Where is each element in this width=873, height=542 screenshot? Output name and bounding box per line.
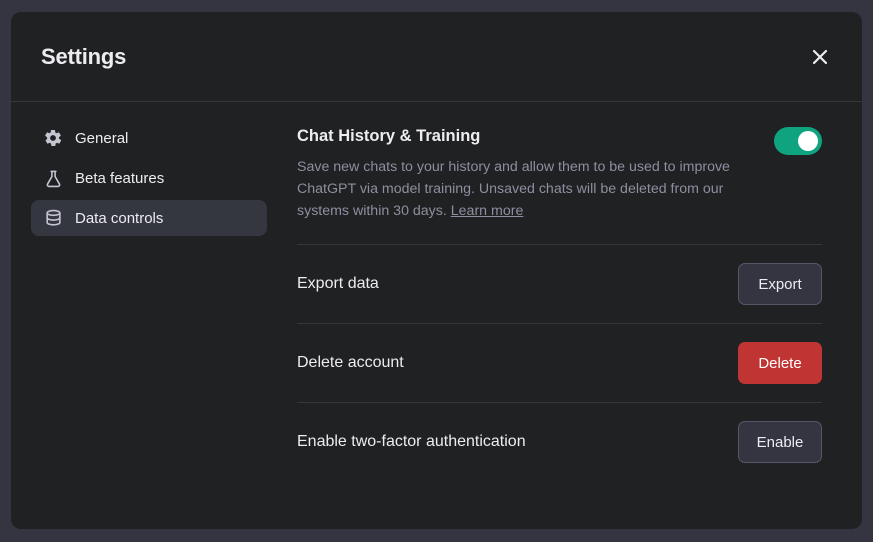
sidebar-item-label: General (75, 130, 128, 147)
chat-history-title: Chat History & Training (297, 127, 774, 146)
enable-2fa-button[interactable]: Enable (738, 421, 822, 463)
chat-history-description: Save new chats to your history and allow… (297, 156, 774, 222)
dialog-title: Settings (41, 44, 126, 70)
delete-account-label: Delete account (297, 354, 404, 372)
learn-more-link[interactable]: Learn more (451, 203, 524, 219)
sidebar-item-label: Data controls (75, 210, 163, 227)
sidebar-item-beta-features[interactable]: Beta features (31, 160, 267, 196)
two-factor-label: Enable two-factor authentication (297, 433, 526, 451)
export-data-label: Export data (297, 275, 379, 293)
two-factor-row: Enable two-factor authentication Enable (297, 402, 822, 481)
sidebar-item-data-controls[interactable]: Data controls (31, 200, 267, 236)
flask-icon (43, 168, 63, 188)
settings-content: Chat History & Training Save new chats t… (267, 120, 852, 529)
delete-button[interactable]: Delete (738, 342, 822, 384)
sidebar-item-general[interactable]: General (31, 120, 267, 156)
dialog-body: General Beta features (11, 102, 862, 529)
toggle-knob (798, 131, 818, 151)
chat-history-toggle[interactable] (774, 127, 822, 155)
dialog-backdrop: Settings General (0, 0, 873, 542)
export-data-row: Export data Export (297, 245, 822, 323)
export-button[interactable]: Export (738, 263, 822, 305)
chat-history-section: Chat History & Training Save new chats t… (297, 127, 822, 222)
gear-icon (43, 128, 63, 148)
database-icon (43, 208, 63, 228)
close-icon (810, 47, 830, 67)
close-button[interactable] (806, 43, 834, 71)
settings-dialog: Settings General (11, 12, 862, 529)
sidebar-item-label: Beta features (75, 170, 164, 187)
delete-account-row: Delete account Delete (297, 323, 822, 402)
dialog-header: Settings (11, 12, 862, 102)
settings-sidebar: General Beta features (31, 120, 267, 529)
